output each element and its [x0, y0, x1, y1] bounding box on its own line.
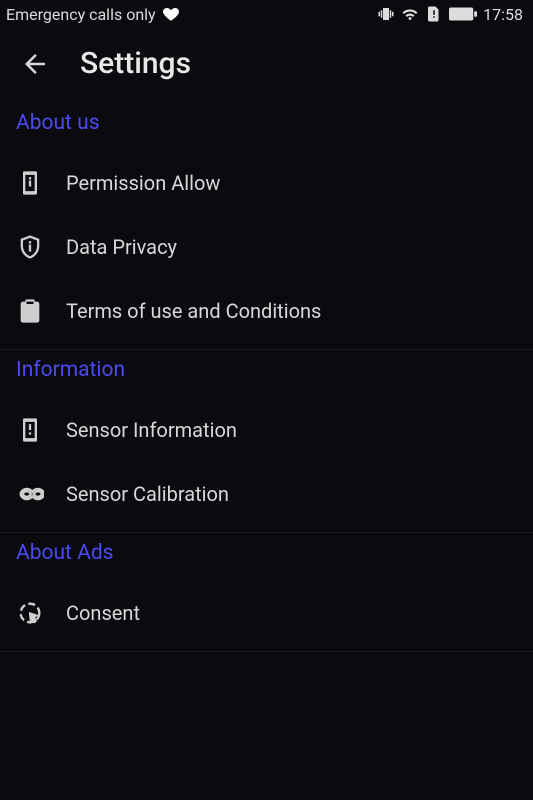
clipboard-icon [16, 297, 44, 325]
list-item-consent[interactable]: Consent [0, 581, 533, 645]
network-status-text: Emergency calls only [6, 5, 156, 24]
list-item-label: Permission Allow [66, 171, 220, 195]
phone-info-icon [16, 169, 44, 197]
section-about-us: About us Permission Allow Data Privacy T… [0, 103, 533, 350]
battery-icon [449, 6, 477, 22]
section-header-about-us: About us [0, 103, 533, 151]
vibrate-icon [377, 5, 395, 23]
list-item-sensor-information[interactable]: Sensor Information [0, 398, 533, 462]
list-item-permission-allow[interactable]: Permission Allow [0, 151, 533, 215]
list-item-terms[interactable]: Terms of use and Conditions [0, 279, 533, 343]
back-arrow-icon[interactable] [20, 49, 50, 79]
status-bar: Emergency calls only 17:58 [0, 0, 533, 28]
list-item-label: Sensor Calibration [66, 482, 229, 506]
wifi-icon [401, 5, 419, 23]
sim-icon [425, 5, 443, 23]
section-about-ads: About Ads Consent [0, 533, 533, 652]
list-item-sensor-calibration[interactable]: Sensor Calibration [0, 462, 533, 526]
app-bar: Settings [0, 28, 533, 103]
section-header-information: Information [0, 350, 533, 398]
section-header-about-ads: About Ads [0, 533, 533, 581]
status-time: 17:58 [483, 5, 523, 24]
shield-info-icon [16, 233, 44, 261]
heart-icon [162, 5, 180, 23]
list-item-label: Data Privacy [66, 235, 177, 259]
page-title: Settings [80, 46, 191, 81]
list-item-label: Consent [66, 601, 140, 625]
list-item-label: Terms of use and Conditions [66, 299, 321, 323]
section-information: Information Sensor Information Sensor Ca… [0, 350, 533, 533]
status-right: 17:58 [377, 5, 523, 24]
phone-alert-icon [16, 416, 44, 444]
list-item-label: Sensor Information [66, 418, 237, 442]
infinity-icon [16, 480, 44, 508]
cursor-click-icon [16, 599, 44, 627]
status-left: Emergency calls only [6, 5, 180, 24]
list-item-data-privacy[interactable]: Data Privacy [0, 215, 533, 279]
